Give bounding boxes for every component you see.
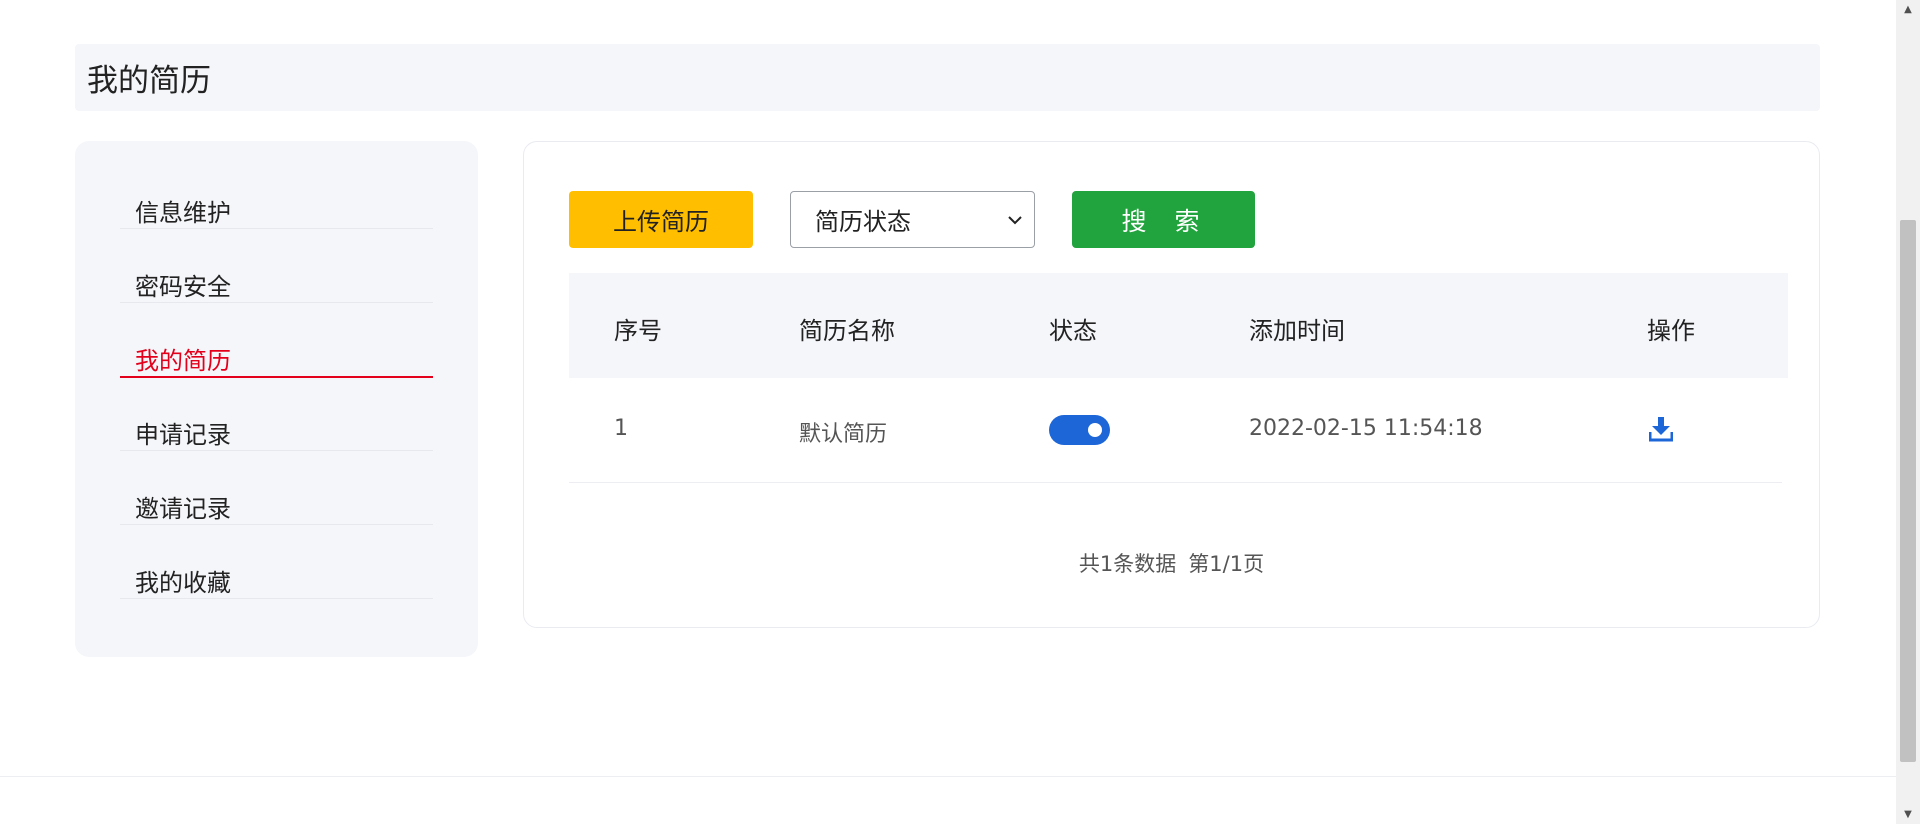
sidebar-item-label: 信息维护 — [135, 199, 231, 227]
resume-panel: 上传简历 简历状态 搜 索 序号 简历名称 状态 添加时间 操作 1 默认简历 — [523, 141, 1820, 628]
page-title: 我的简历 — [87, 63, 211, 99]
sidebar-item-invitations[interactable]: 邀请记录 — [120, 483, 433, 557]
sidebar-item-label: 邀请记录 — [135, 495, 231, 523]
table-header: 序号 简历名称 状态 添加时间 操作 — [569, 273, 1788, 378]
sidebar-item-divider — [120, 228, 433, 229]
sidebar-item-favorites[interactable]: 我的收藏 — [120, 557, 433, 631]
sidebar-item-divider — [120, 302, 433, 303]
sidebar-item-info[interactable]: 信息维护 — [120, 187, 433, 261]
sidebar: 信息维护 密码安全 我的简历 申请记录 邀请记录 我的收藏 — [75, 141, 478, 657]
sidebar-item-applications[interactable]: 申请记录 — [120, 409, 433, 483]
scroll-down-arrow-icon[interactable]: ▼ — [1896, 809, 1920, 820]
upload-resume-button[interactable]: 上传简历 — [569, 191, 753, 248]
column-header-added-time: 添加时间 — [1249, 317, 1345, 345]
sidebar-item-divider — [120, 524, 433, 525]
pagination-total: 共1条数据 — [1078, 552, 1177, 576]
page-title-bar: 我的简历 — [75, 44, 1820, 111]
sidebar-item-label: 我的简历 — [135, 347, 231, 375]
sidebar-item-password[interactable]: 密码安全 — [120, 261, 433, 335]
status-toggle[interactable] — [1049, 415, 1110, 445]
scroll-up-arrow-icon[interactable]: ▲ — [1896, 4, 1920, 15]
resume-status-select[interactable]: 简历状态 — [790, 191, 1035, 248]
sidebar-item-label: 我的收藏 — [135, 569, 231, 597]
row-resume-name: 默认简历 — [799, 422, 888, 447]
resume-table: 序号 简历名称 状态 添加时间 操作 1 默认简历 2022-02-15 11:… — [569, 273, 1788, 483]
column-header-actions: 操作 — [1647, 317, 1695, 345]
chevron-down-icon — [1008, 209, 1022, 230]
sidebar-item-active-underline — [120, 376, 433, 378]
download-icon[interactable] — [1648, 416, 1674, 442]
pagination-page: 第1/1页 — [1188, 552, 1265, 576]
sidebar-item-divider — [120, 598, 433, 599]
search-button[interactable]: 搜 索 — [1072, 191, 1255, 248]
vertical-scrollbar[interactable]: ▲ ▼ — [1896, 0, 1920, 824]
pagination: 共1条数据 第1/1页 — [524, 548, 1819, 578]
footer-divider — [0, 776, 1896, 777]
column-header-status: 状态 — [1049, 317, 1097, 345]
sidebar-item-label: 密码安全 — [135, 273, 231, 301]
table-row: 1 默认简历 2022-02-15 11:54:18 — [569, 378, 1782, 483]
toggle-knob — [1088, 423, 1102, 437]
row-index: 1 — [614, 416, 628, 441]
sidebar-item-label: 申请记录 — [135, 421, 231, 449]
column-header-name: 简历名称 — [799, 317, 895, 345]
toolbar: 上传简历 简历状态 搜 索 — [569, 191, 1255, 248]
page: 我的简历 信息维护 密码安全 我的简历 申请记录 邀请记录 我的收藏 上传简历 … — [0, 0, 1920, 824]
row-added-time: 2022-02-15 11:54:18 — [1249, 416, 1483, 441]
resume-status-select-value: 简历状态 — [815, 208, 911, 236]
column-header-index: 序号 — [614, 317, 662, 345]
sidebar-item-my-resume[interactable]: 我的简历 — [120, 335, 433, 409]
sidebar-item-divider — [120, 450, 433, 451]
scroll-thumb[interactable] — [1900, 220, 1916, 762]
